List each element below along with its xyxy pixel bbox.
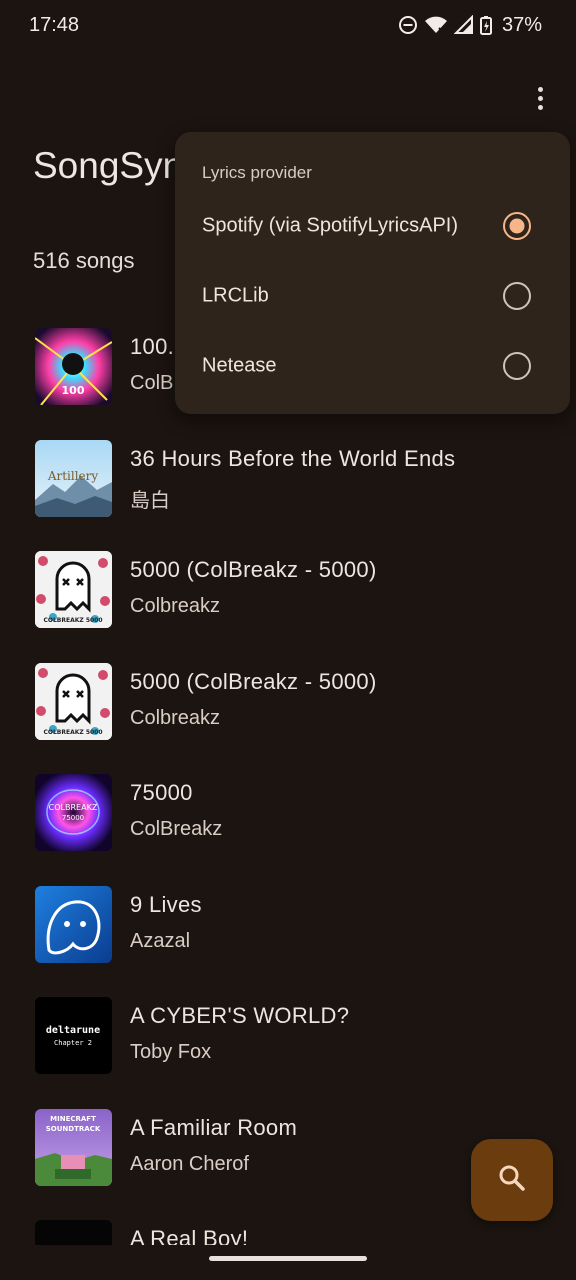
menu-item-label: Spotify (via SpotifyLyricsAPI) — [202, 214, 459, 237]
svg-text:100: 100 — [62, 384, 85, 397]
list-item[interactable]: COLBREAKZ 5000 5000 (ColBreakz - 5000) C… — [0, 543, 576, 655]
song-artist: Colbreakz — [130, 706, 221, 729]
svg-text:Chapter 2: Chapter 2 — [54, 1039, 92, 1047]
song-title: 100. — [130, 334, 175, 359]
song-title: 5000 (ColBreakz - 5000) — [130, 557, 377, 582]
album-art: deltarune Chapter 2 — [35, 997, 112, 1074]
song-title: 5000 (ColBreakz - 5000) — [130, 668, 377, 694]
menu-item-label: Netease — [202, 354, 277, 377]
list-item[interactable]: Artillery 36 Hours Before the World Ends… — [0, 432, 576, 544]
album-art: COLBREAKZ 75000 — [35, 774, 112, 851]
status-icons: 37% — [398, 14, 542, 37]
svg-text:COLBREAKZ: COLBREAKZ — [49, 803, 98, 812]
song-list[interactable]: 100 100. ColB Artillery 36 Hours Before … — [0, 320, 576, 1245]
song-artist: Aaron Cherof — [130, 1152, 249, 1175]
menu-item-spotify[interactable]: Spotify (via SpotifyLyricsAPI) — [175, 196, 570, 256]
album-art: MINECRAFT SOUNDTRACK — [35, 1108, 112, 1186]
svg-text:MINECRAFT: MINECRAFT — [50, 1115, 96, 1123]
album-art: COLBREAKZ 5000 — [35, 551, 112, 628]
svg-text:COLBREAKZ 5000: COLBREAKZ 5000 — [43, 617, 102, 624]
song-artist: Toby Fox — [130, 1041, 212, 1063]
status-bar: 17:48 37% — [0, 0, 576, 50]
do-not-disturb-icon — [398, 15, 418, 35]
song-title: A Real Boy! — [130, 1226, 249, 1245]
search-button[interactable] — [471, 1139, 553, 1221]
wifi-icon — [424, 15, 448, 35]
svg-text:SOUNDTRACK: SOUNDTRACK — [46, 1125, 101, 1133]
battery-percentage: 37% — [501, 13, 542, 36]
album-art — [35, 1220, 112, 1245]
album-art: 100 — [35, 328, 112, 405]
song-artist: Colbreakz — [130, 595, 221, 617]
list-item[interactable]: COLBREAKZ 5000 5000 (ColBreakz - 5000) C… — [0, 655, 576, 767]
song-title: 9 Lives — [130, 891, 202, 917]
menu-header: Lyrics provider — [202, 163, 312, 182]
svg-text:75000: 75000 — [62, 814, 84, 822]
song-title: A Familiar Room — [130, 1114, 298, 1140]
radio-unselected[interactable] — [503, 352, 531, 380]
song-count: 516 songs — [33, 248, 135, 273]
search-icon — [497, 1163, 527, 1198]
status-time: 17:48 — [29, 13, 80, 36]
more-options-icon[interactable] — [530, 80, 550, 116]
song-title: A CYBER'S WORLD? — [130, 1003, 350, 1028]
svg-text:Artillery: Artillery — [47, 469, 99, 483]
list-item[interactable]: COLBREAKZ 75000 75000 ColBreakz — [0, 766, 576, 878]
song-title: 36 Hours Before the World Ends — [130, 445, 456, 471]
menu-item-lrclib[interactable]: LRCLib — [175, 266, 570, 326]
svg-text:COLBREAKZ 5000: COLBREAKZ 5000 — [43, 729, 102, 736]
album-art — [35, 885, 112, 963]
list-item[interactable]: 9 Lives Azazal — [0, 878, 576, 990]
signal-icon — [453, 15, 474, 35]
menu-item-label: LRCLib — [202, 284, 269, 307]
song-artist: Azazal — [130, 929, 191, 952]
lyrics-provider-menu: Lyrics provider Spotify (via SpotifyLyri… — [175, 132, 570, 414]
radio-selected[interactable] — [503, 212, 531, 240]
song-title: 75000 — [130, 780, 193, 805]
menu-item-netease[interactable]: Netease — [175, 336, 570, 396]
album-art: Artillery — [35, 439, 112, 517]
battery-charging-icon — [479, 15, 492, 35]
song-artist: 島白 — [130, 489, 170, 512]
svg-text:deltarune: deltarune — [46, 1025, 100, 1036]
song-artist: ColB — [130, 372, 174, 394]
list-item[interactable]: deltarune Chapter 2 A CYBER'S WORLD? Tob… — [0, 989, 576, 1101]
album-art: COLBREAKZ 5000 — [35, 662, 112, 740]
radio-unselected[interactable] — [503, 282, 531, 310]
gesture-nav-bar[interactable] — [209, 1256, 367, 1261]
song-artist: ColBreakz — [130, 818, 223, 840]
